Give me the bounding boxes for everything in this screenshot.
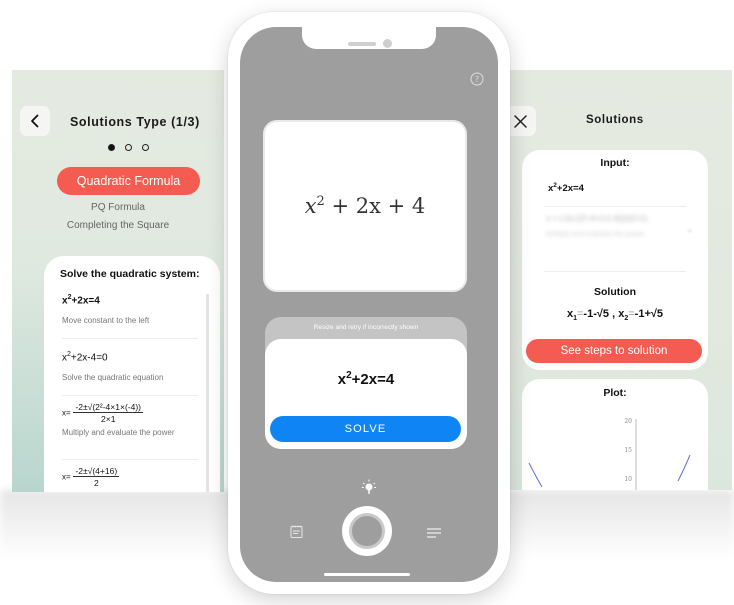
page-dot-2[interactable] xyxy=(125,144,132,151)
help-icon[interactable]: ? xyxy=(470,72,484,86)
divider xyxy=(62,459,198,460)
step-description: Move constant to the left xyxy=(62,316,150,326)
close-icon xyxy=(513,114,527,128)
chevron-left-icon xyxy=(31,114,39,128)
camera-screen: ? x2 + 2x + 4 Resize and retry if incorr… xyxy=(240,27,498,582)
scrollbar[interactable] xyxy=(206,294,209,492)
step-item: x2+2x-4=0 Solve the quadratic equation xyxy=(62,351,198,382)
method-pq-formula[interactable]: PQ Formula xyxy=(14,202,222,213)
divider xyxy=(62,395,198,396)
page-dot-3[interactable] xyxy=(142,144,149,151)
solutions-screen: Solutions Input: x2+2x=4 x = (-2±√(2²-4×… xyxy=(510,70,732,490)
shutter-ring xyxy=(349,513,385,549)
parabola-right-branch xyxy=(677,454,691,482)
recognition-sheet: Resize and retry if incorrectly shown x2… xyxy=(265,317,467,449)
step-item: x2+2x=4 Move constant to the left xyxy=(62,294,198,325)
divider xyxy=(62,338,198,339)
shutter-button[interactable] xyxy=(342,506,392,556)
step-equation: x2+2x=4 xyxy=(62,294,100,307)
parabola-left-branch xyxy=(528,462,543,488)
solution-card: Input: x2+2x=4 x = (-2±√(2²-4×1×(-4)))/(… xyxy=(522,150,708,370)
captured-formula: x2 + 2x + 4 xyxy=(304,194,426,218)
plot-card: Plot: 20 15 10 xyxy=(522,379,708,490)
step-equation: x2+2x-4=0 xyxy=(62,351,108,364)
menu-icon[interactable] xyxy=(426,527,442,539)
step-description: Multiply and evaluate the power xyxy=(62,428,175,437)
divider xyxy=(544,206,686,207)
step-description: Solve the quadratic equation xyxy=(62,373,164,383)
page-title: Solutions Type (1/3) xyxy=(70,115,200,129)
page-indicator xyxy=(108,144,149,151)
retry-hint: Resize and retry if incorrectly shown xyxy=(313,324,419,331)
page-dot-1[interactable] xyxy=(108,144,115,151)
speaker xyxy=(348,42,376,46)
front-camera xyxy=(383,39,392,48)
recognized-equation: x2+2x=4 xyxy=(337,370,395,388)
divider xyxy=(544,271,686,272)
home-indicator[interactable] xyxy=(324,573,410,576)
history-icon[interactable] xyxy=(289,524,305,540)
step-item: x= -2±√(2²-4×1×(-4)) 2×1 Multiply and eva… xyxy=(62,402,198,437)
input-label: Input: xyxy=(600,157,630,169)
back-button[interactable] xyxy=(20,106,50,136)
y-tick-label: 20 xyxy=(624,418,632,425)
recognized-card: x2+2x=4 SOLVE xyxy=(265,339,467,449)
method-completing-square[interactable]: Completing the Square xyxy=(14,220,222,231)
phone-frame: ? x2 + 2x + 4 Resize and retry if incorr… xyxy=(228,12,510,594)
y-tick-label: 15 xyxy=(624,447,632,454)
method-quadratic-formula[interactable]: Quadratic Formula xyxy=(57,167,200,195)
step-equation: x= -2±√(4+16) 2 xyxy=(62,466,120,488)
captured-formula-card[interactable]: x2 + 2x + 4 xyxy=(263,120,467,292)
input-equation: x2+2x=4 xyxy=(548,182,584,195)
step-equation: x= -2±√(2²-4×1×(-4)) 2×1 xyxy=(62,402,143,424)
collapsed-step[interactable]: x = (-2±√(2²-4×1×(-4)))/(2×1) Multiply a… xyxy=(546,214,696,264)
close-button[interactable] xyxy=(510,106,536,136)
solution-label: Solution xyxy=(594,286,636,298)
flash-icon[interactable] xyxy=(360,478,378,496)
solution-equation: x1=-1-√5 , x2=-1+√5 xyxy=(566,308,664,323)
solve-button[interactable]: SOLVE xyxy=(270,416,461,442)
see-steps-button[interactable]: See steps to solution xyxy=(526,339,702,363)
svg-text:?: ? xyxy=(475,75,479,84)
chevron-down-icon[interactable]: ⌄ xyxy=(686,224,694,235)
plot-svg: 20 15 10 xyxy=(528,418,691,490)
steps-heading: Solve the quadratic system: xyxy=(60,268,200,280)
solutions-type-screen: Solutions Type (1/3) Quadratic Formula P… xyxy=(12,70,224,492)
steps-card: Solve the quadratic system: x2+2x=4 Move… xyxy=(44,256,220,492)
page-title: Solutions xyxy=(586,114,644,126)
step-item: x= -2±√(4+16) 2 xyxy=(62,466,198,488)
y-tick-label: 10 xyxy=(624,476,632,483)
